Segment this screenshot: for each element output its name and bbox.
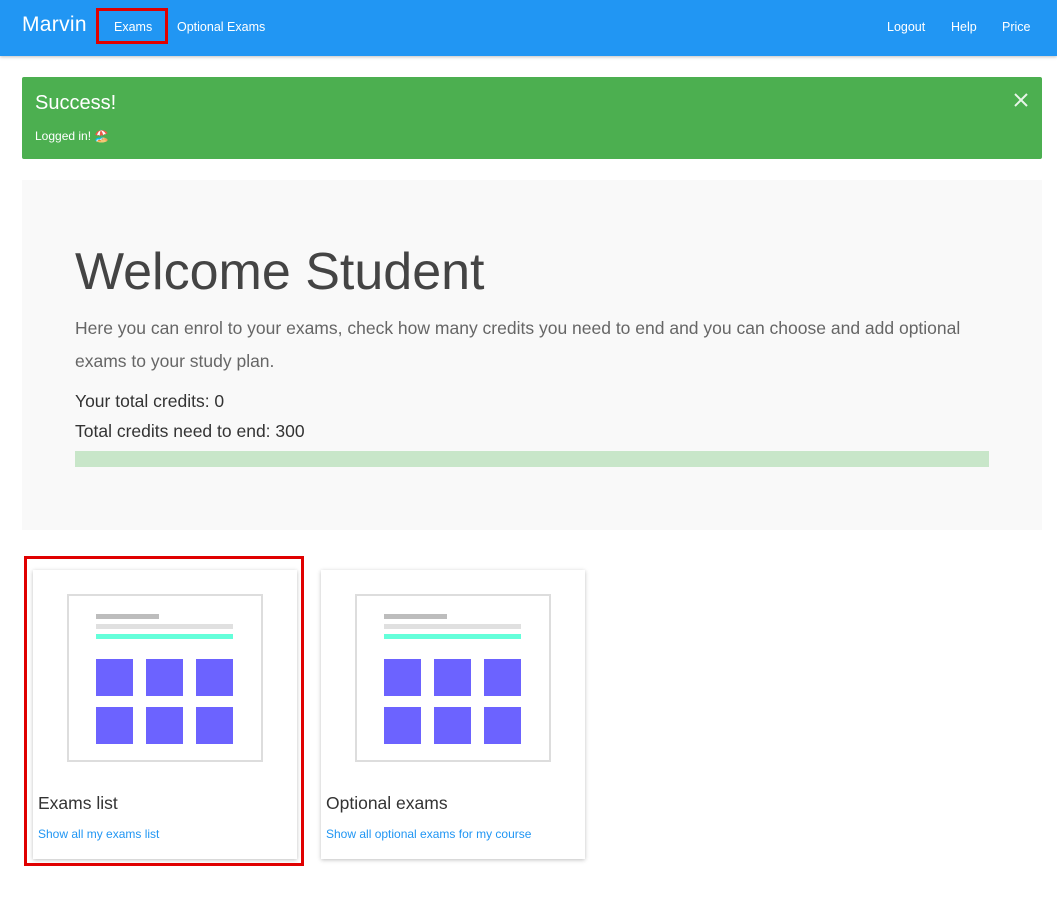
nav-optional-exams-link[interactable]: Optional Exams [177,20,265,34]
alert-message: Logged in! 🏖️ [35,129,110,143]
exams-card-highlight [24,556,304,866]
welcome-panel: Welcome Student Here you can enrol to yo… [22,180,1042,530]
nav-help-link[interactable]: Help [951,20,977,34]
exams-link-highlight [96,8,168,44]
credits-needed-text: Total credits need to end: 300 [75,421,305,441]
exam-grid-illustration-icon [355,594,551,762]
welcome-description: Here you can enrol to your exams, check … [75,318,961,371]
nav-logout-link[interactable]: Logout [887,20,925,34]
nav-price-link[interactable]: Price [1002,20,1030,34]
brand-logo[interactable]: Marvin [22,13,87,37]
total-credits-text: Your total credits: 0 [75,391,225,411]
show-optional-exams-link[interactable]: Show all optional exams for my course [326,827,531,841]
card-title: Optional exams [326,793,448,813]
success-alert: Success! Logged in! 🏖️ [22,77,1042,159]
credits-progress-bar [75,451,989,467]
close-icon[interactable] [1010,89,1032,111]
page-title: Welcome Student [75,243,485,301]
alert-title: Success! [35,92,117,114]
optional-exams-card[interactable]: Optional exams Show all optional exams f… [321,570,585,859]
